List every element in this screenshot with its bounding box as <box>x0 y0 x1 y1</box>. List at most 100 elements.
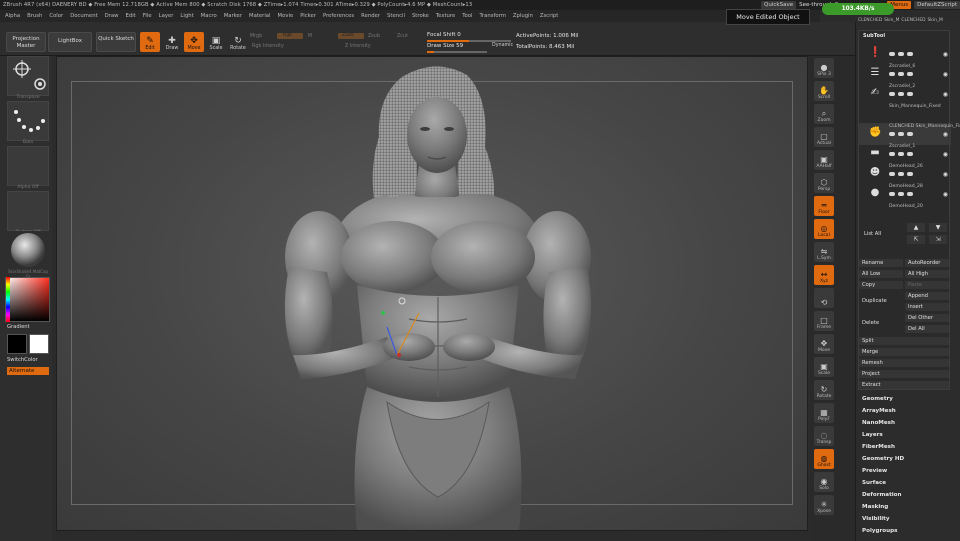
transpose-tile[interactable] <box>7 56 49 96</box>
subtool-toggles[interactable] <box>889 152 913 156</box>
eye-icon[interactable]: ◉ <box>943 51 948 58</box>
eye-icon[interactable]: ◉ <box>943 71 948 78</box>
menu-edit[interactable]: Edit <box>126 13 136 19</box>
subtool-item[interactable]: ☻ DemoHead_26 ◉ <box>859 163 951 185</box>
subtool-toggles[interactable] <box>889 52 913 56</box>
duplicate-button[interactable]: Duplicate <box>859 297 903 305</box>
subtool-tab-1[interactable]: Skin_M <box>884 18 899 23</box>
dock-transp-button[interactable]: ◌ Transp <box>814 426 834 446</box>
rgb-toggle[interactable]: Rgb <box>277 33 303 39</box>
section-nanomesh[interactable]: NanoMesh <box>862 420 895 426</box>
menu-transform[interactable]: Transform <box>480 13 506 19</box>
hue-strip[interactable] <box>6 277 10 322</box>
dock-xyz-button[interactable]: ↔ Xyz <box>814 265 834 285</box>
eye-icon[interactable]: ◉ <box>943 191 948 198</box>
section-layers[interactable]: Layers <box>862 432 883 438</box>
section-preview[interactable]: Preview <box>862 468 887 474</box>
del-other-button[interactable]: Del Other <box>905 314 949 322</box>
extract-button[interactable]: Extract <box>859 381 949 389</box>
focal-shift-slider[interactable] <box>427 40 511 42</box>
subtool-tab-0[interactable]: CLENCHED <box>858 18 882 23</box>
subtool-item[interactable]: ● DemoHead_28 ◉ <box>859 183 951 205</box>
subtool-toggles[interactable] <box>889 72 913 76</box>
dock-frame-button[interactable]: □ Frame <box>814 311 834 331</box>
copy-button[interactable]: Copy <box>859 281 903 289</box>
menu-movie[interactable]: Movie <box>278 13 294 19</box>
zcut-toggle[interactable]: Zcut <box>397 34 408 39</box>
all-low-button[interactable]: All Low <box>859 270 903 278</box>
rgb-intensity-slider[interactable]: Rgb Intensity <box>252 44 284 49</box>
menu-layer[interactable]: Layer <box>159 13 174 19</box>
dock-ghost-button[interactable]: ◍ Ghost <box>814 449 834 469</box>
subtool-toggles[interactable] <box>889 132 913 136</box>
subtool-item[interactable]: ☰ Zscradiel_6 ◉ <box>859 63 951 85</box>
dock-solo-button[interactable]: ◉ Solo <box>814 472 834 492</box>
remesh-button[interactable]: Remesh <box>859 359 949 367</box>
eye-icon[interactable]: ◉ <box>943 131 948 138</box>
subtool-header[interactable]: SubTool <box>863 33 885 39</box>
menu-document[interactable]: Document <box>70 13 97 19</box>
switchcolor-button[interactable]: SwitchColor <box>7 357 49 363</box>
sculpt-model[interactable] <box>57 57 808 531</box>
section-visibility[interactable]: Visibility <box>862 516 889 522</box>
eye-icon[interactable]: ◉ <box>943 171 948 178</box>
subtool-toggles[interactable] <box>889 172 913 176</box>
subtool-item[interactable]: Skin_Mannequin_Fixed <box>859 103 951 125</box>
menu-brush[interactable]: Brush <box>27 13 42 19</box>
texture-tile[interactable] <box>7 191 49 231</box>
dock-l-sym-button[interactable]: ⇋ L.Sym <box>814 242 834 262</box>
scale-button[interactable]: ▣ Scale <box>206 32 226 52</box>
menu-zplugin[interactable]: Zplugin <box>513 13 533 19</box>
default-zscript-button[interactable]: DefaultZScript <box>914 1 960 9</box>
quick-sketch-button[interactable]: Quick Sketch <box>96 32 136 52</box>
paste-button[interactable]: Paste <box>905 281 949 289</box>
subtool-toggles[interactable] <box>889 192 913 196</box>
dock-actual-button[interactable]: ▢ Actual <box>814 127 834 147</box>
dock-spix-3-button[interactable]: ● SPix 3 <box>814 58 834 78</box>
section-geometry[interactable]: Geometry <box>862 396 893 402</box>
draw-size-slider[interactable] <box>427 51 487 53</box>
menu-color[interactable]: Color <box>49 13 63 19</box>
dock-local-button[interactable]: ◎ Local <box>814 219 834 239</box>
del-all-button[interactable]: Del All <box>905 325 949 333</box>
projection-master-button[interactable]: Projection Master <box>6 32 46 52</box>
menu-stencil[interactable]: Stencil <box>387 13 405 19</box>
menu-preferences[interactable]: Preferences <box>323 13 354 19</box>
subtool-item[interactable]: DemoHead_20 <box>859 203 951 225</box>
material-tile[interactable] <box>7 231 49 269</box>
dock-rotate-view-button[interactable]: ⟲ <box>814 288 834 308</box>
dock-move-button[interactable]: ✥ Move <box>814 334 834 354</box>
menu-zscript[interactable]: Zscript <box>540 13 558 19</box>
arrow-up-button[interactable]: ▲ <box>907 223 925 232</box>
eye-icon[interactable]: ◉ <box>943 151 948 158</box>
dynamic-button[interactable]: Dynamic <box>492 43 513 48</box>
insert-button[interactable]: Insert <box>905 303 949 311</box>
dock-xpose-button[interactable]: ✳ Xpose <box>814 495 834 515</box>
secondary-color-swatch[interactable] <box>29 334 49 354</box>
subtool-item[interactable]: ✊ CLENCHED Skin_Mannequin_Fixed ◉ <box>859 123 960 145</box>
arrow-down-button[interactable]: ▼ <box>929 223 947 232</box>
menu-tool[interactable]: Tool <box>462 13 472 19</box>
list-all-button[interactable]: List All <box>861 230 899 238</box>
project-button[interactable]: Project <box>859 370 949 378</box>
rename-button[interactable]: Rename <box>859 259 903 267</box>
rotate-button[interactable]: ↻ Rotate <box>228 32 248 52</box>
merge-button[interactable]: Merge <box>859 348 949 356</box>
zadd-toggle[interactable]: Zadd <box>338 33 364 39</box>
section-polygroups[interactable]: Polygroups <box>862 528 897 534</box>
menu-file[interactable]: File <box>143 13 152 19</box>
arrow-move-down-button[interactable]: ⇲ <box>929 235 947 244</box>
z-intensity-slider[interactable]: Z Intensity <box>345 44 371 49</box>
auto-reorder-button[interactable]: AutoReorder <box>905 259 949 267</box>
dock-zoom-button[interactable]: ⌕ Zoom <box>814 104 834 124</box>
dock-rotate-button[interactable]: ↻ Rotate <box>814 380 834 400</box>
gradient-label[interactable]: Gradient <box>7 324 49 330</box>
dock-aahalf-button[interactable]: ▣ AAHalf <box>814 150 834 170</box>
split-button[interactable]: Split <box>859 337 949 345</box>
stroke-dots-tile[interactable] <box>7 101 49 141</box>
menu-alpha[interactable]: Alpha <box>5 13 20 19</box>
dock-persp-button[interactable]: ⬡ Persp <box>814 173 834 193</box>
mrgb-toggle[interactable]: Mrgb <box>250 34 262 39</box>
lightbox-button[interactable]: LightBox <box>48 32 92 52</box>
quicksave-button[interactable]: QuickSave <box>761 1 797 9</box>
